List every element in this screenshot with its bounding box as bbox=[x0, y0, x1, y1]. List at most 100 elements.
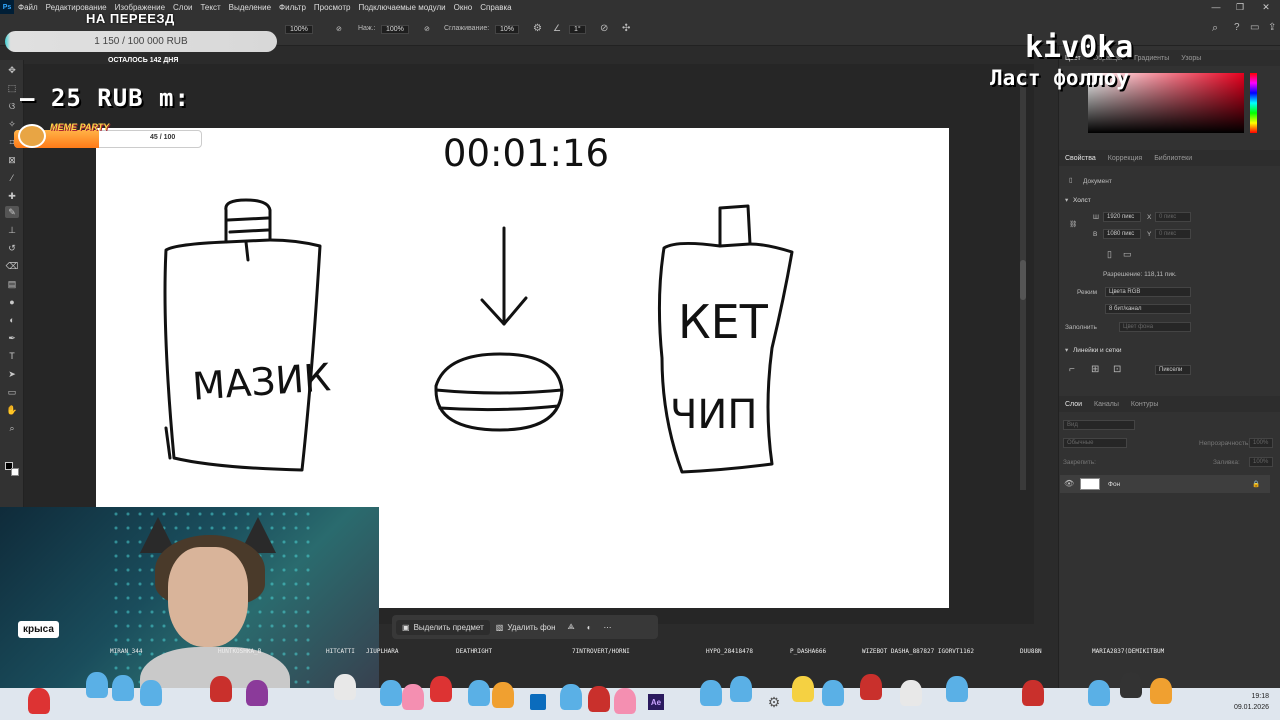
tab-paths[interactable]: Контуры bbox=[1125, 401, 1164, 408]
width-field[interactable]: 1920 пикс bbox=[1103, 212, 1141, 222]
help-icon[interactable]: ? bbox=[1234, 22, 1240, 33]
taskbar-clock-date[interactable]: 09.01.2026 bbox=[1224, 704, 1269, 711]
visibility-eye-icon[interactable]: 👁 bbox=[1064, 479, 1074, 488]
settings-gear-icon[interactable]: ⚙ bbox=[766, 694, 782, 710]
document-label: Документ bbox=[1083, 178, 1112, 185]
angle-field[interactable]: 1° bbox=[566, 25, 586, 34]
pixel-sprite bbox=[210, 676, 232, 702]
opacity-input[interactable]: 100% bbox=[1249, 438, 1273, 448]
pixel-sprite bbox=[140, 680, 162, 706]
mode-select[interactable]: Цвета RGB bbox=[1105, 287, 1191, 297]
pressure-opacity-icon[interactable]: ⊘ bbox=[336, 25, 342, 33]
magic-wand-tool-icon[interactable]: ✧ bbox=[5, 118, 19, 130]
rulers-section-title: Линейки и сетки bbox=[1073, 347, 1122, 354]
tab-patterns[interactable]: Узоры bbox=[1175, 55, 1207, 62]
brush-tool-icon[interactable]: ✎ bbox=[5, 206, 19, 218]
gear-icon[interactable]: ⚙ bbox=[533, 23, 542, 34]
canvas-section-title: Холст bbox=[1073, 197, 1091, 204]
gradient-tool-icon[interactable]: ▤ bbox=[5, 278, 19, 290]
remove-background-button[interactable]: ▧ Удалить фон bbox=[490, 620, 562, 635]
path-select-tool-icon[interactable]: ➤ bbox=[5, 368, 19, 380]
app-taskbar-icon[interactable] bbox=[530, 694, 546, 710]
bits-select[interactable]: 8 бит/канал bbox=[1105, 304, 1191, 314]
more-icon[interactable]: ⋯ bbox=[598, 620, 618, 635]
layer-row[interactable]: 👁 Фон 🔒 bbox=[1060, 475, 1270, 493]
eyedropper-tool-icon[interactable]: ⁄ bbox=[5, 172, 19, 184]
opacity-field[interactable]: 100% bbox=[282, 25, 313, 34]
mask-icon[interactable]: ⟁ bbox=[562, 619, 581, 635]
airbrush-icon[interactable]: ⊘ bbox=[424, 25, 430, 33]
menu-file[interactable]: Файл bbox=[14, 3, 42, 12]
scrollbar-thumb[interactable] bbox=[1020, 260, 1026, 300]
select-subject-button[interactable]: ▣ Выделить предмет bbox=[396, 619, 490, 635]
pixel-sprite bbox=[1088, 680, 1110, 706]
share-icon[interactable]: ⇪ bbox=[1268, 22, 1276, 33]
symmetry-icon[interactable]: ✣ bbox=[622, 23, 630, 34]
healing-tool-icon[interactable]: ✚ bbox=[5, 190, 19, 202]
height-field[interactable]: 1080 пикс bbox=[1103, 229, 1141, 239]
tab-gradients[interactable]: Градиенты bbox=[1128, 55, 1175, 62]
chevron-down-icon[interactable]: ▾ bbox=[1065, 196, 1068, 204]
dodge-tool-icon[interactable]: ◐ bbox=[5, 314, 19, 326]
down-arrow-drawing bbox=[480, 226, 528, 326]
marquee-tool-icon[interactable]: ⬚ bbox=[5, 82, 19, 94]
portrait-icon[interactable]: ▯ bbox=[1107, 249, 1112, 260]
y-field[interactable]: 0 пикс bbox=[1155, 229, 1191, 239]
hand-tool-icon[interactable]: ✋ bbox=[5, 404, 19, 416]
background-color-swatch[interactable] bbox=[11, 468, 19, 476]
viewer-name: 7INTROVERT/HORNI bbox=[572, 648, 630, 655]
fill-select[interactable]: Цвет фона bbox=[1119, 322, 1191, 332]
close-icon[interactable]: ✕ bbox=[1254, 0, 1278, 14]
pressure-size-icon[interactable]: ⊘ bbox=[600, 23, 608, 34]
menu-select[interactable]: Выделение bbox=[225, 3, 275, 12]
tab-channels[interactable]: Каналы bbox=[1088, 401, 1125, 408]
guides-icon[interactable]: ⊡ bbox=[1113, 364, 1121, 375]
menu-plugins[interactable]: Подключаемые модули bbox=[354, 3, 449, 12]
taskbar-clock-time[interactable]: 19:18 bbox=[1229, 693, 1269, 700]
adjust-icon[interactable]: ◐ bbox=[581, 620, 598, 635]
lasso-tool-icon[interactable]: ଓ bbox=[5, 100, 19, 112]
history-brush-tool-icon[interactable]: ↺ bbox=[5, 242, 19, 254]
frame-tool-icon[interactable]: ⊠ bbox=[5, 154, 19, 166]
eraser-tool-icon[interactable]: ⌫ bbox=[5, 260, 19, 272]
angle-icon[interactable]: ∠ bbox=[553, 23, 561, 34]
donation-goal-title: НА ПЕРЕЕЗД bbox=[86, 11, 175, 26]
pen-tool-icon[interactable]: ✒ bbox=[5, 332, 19, 344]
chevron-down-icon[interactable]: ▾ bbox=[1065, 346, 1068, 354]
menu-filter[interactable]: Фильтр bbox=[275, 3, 310, 12]
tab-libraries[interactable]: Библиотеки bbox=[1148, 155, 1198, 162]
layer-search-input[interactable]: Вид bbox=[1063, 420, 1135, 430]
shape-tool-icon[interactable]: ▭ bbox=[5, 386, 19, 398]
tab-properties[interactable]: Свойства bbox=[1059, 155, 1102, 162]
hue-slider[interactable] bbox=[1250, 73, 1257, 133]
ruler-icon[interactable]: ⌐ bbox=[1069, 364, 1075, 375]
menu-view[interactable]: Просмотр bbox=[310, 3, 355, 12]
blur-tool-icon[interactable]: ● bbox=[5, 296, 19, 308]
menu-text[interactable]: Текст bbox=[196, 3, 224, 12]
units-select[interactable]: Пиксели bbox=[1155, 365, 1191, 375]
tab-adjustments[interactable]: Коррекция bbox=[1102, 155, 1148, 162]
press-field[interactable]: 100% bbox=[378, 25, 409, 34]
link-icon[interactable]: ⛓ bbox=[1069, 220, 1077, 228]
x-field[interactable]: 0 пикс bbox=[1155, 212, 1191, 222]
fill-layer-input[interactable]: 100% bbox=[1249, 457, 1273, 467]
search-icon[interactable]: ⌕ bbox=[1212, 22, 1218, 35]
stamp-tool-icon[interactable]: ⊥ bbox=[5, 224, 19, 236]
minimize-icon[interactable]: — bbox=[1204, 0, 1228, 14]
tab-layers[interactable]: Слои bbox=[1059, 401, 1088, 408]
type-tool-icon[interactable]: T bbox=[5, 350, 19, 362]
move-tool-icon[interactable]: ✥ bbox=[5, 64, 19, 76]
meme-party-label: MEME PARTY bbox=[50, 122, 110, 132]
blend-mode-select[interactable]: Обычные bbox=[1063, 438, 1127, 448]
after-effects-icon[interactable]: Ae bbox=[648, 694, 664, 710]
maximize-icon[interactable]: ❐ bbox=[1228, 0, 1252, 14]
menu-help[interactable]: Справка bbox=[476, 3, 515, 12]
vertical-scrollbar[interactable] bbox=[1020, 70, 1026, 490]
menu-window[interactable]: Окно bbox=[450, 3, 477, 12]
chips-label-text: ЧИП bbox=[670, 392, 757, 438]
zoom-tool-icon[interactable]: ⌕ bbox=[5, 422, 19, 434]
workspace-icon[interactable]: ▭ bbox=[1250, 22, 1259, 33]
smoothing-field[interactable]: 10% bbox=[492, 25, 520, 34]
landscape-icon[interactable]: ▭ bbox=[1123, 249, 1132, 260]
grid-icon[interactable]: ⊞ bbox=[1091, 364, 1099, 375]
